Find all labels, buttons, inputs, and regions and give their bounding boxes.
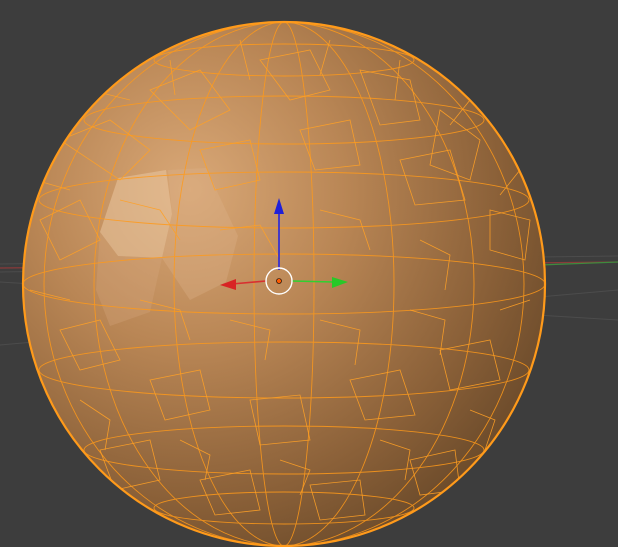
- y-axis-handle[interactable]: [291, 280, 335, 283]
- 3d-viewport[interactable]: [0, 0, 618, 547]
- pivot-point-icon: [276, 278, 282, 284]
- viewport-canvas[interactable]: [0, 0, 618, 547]
